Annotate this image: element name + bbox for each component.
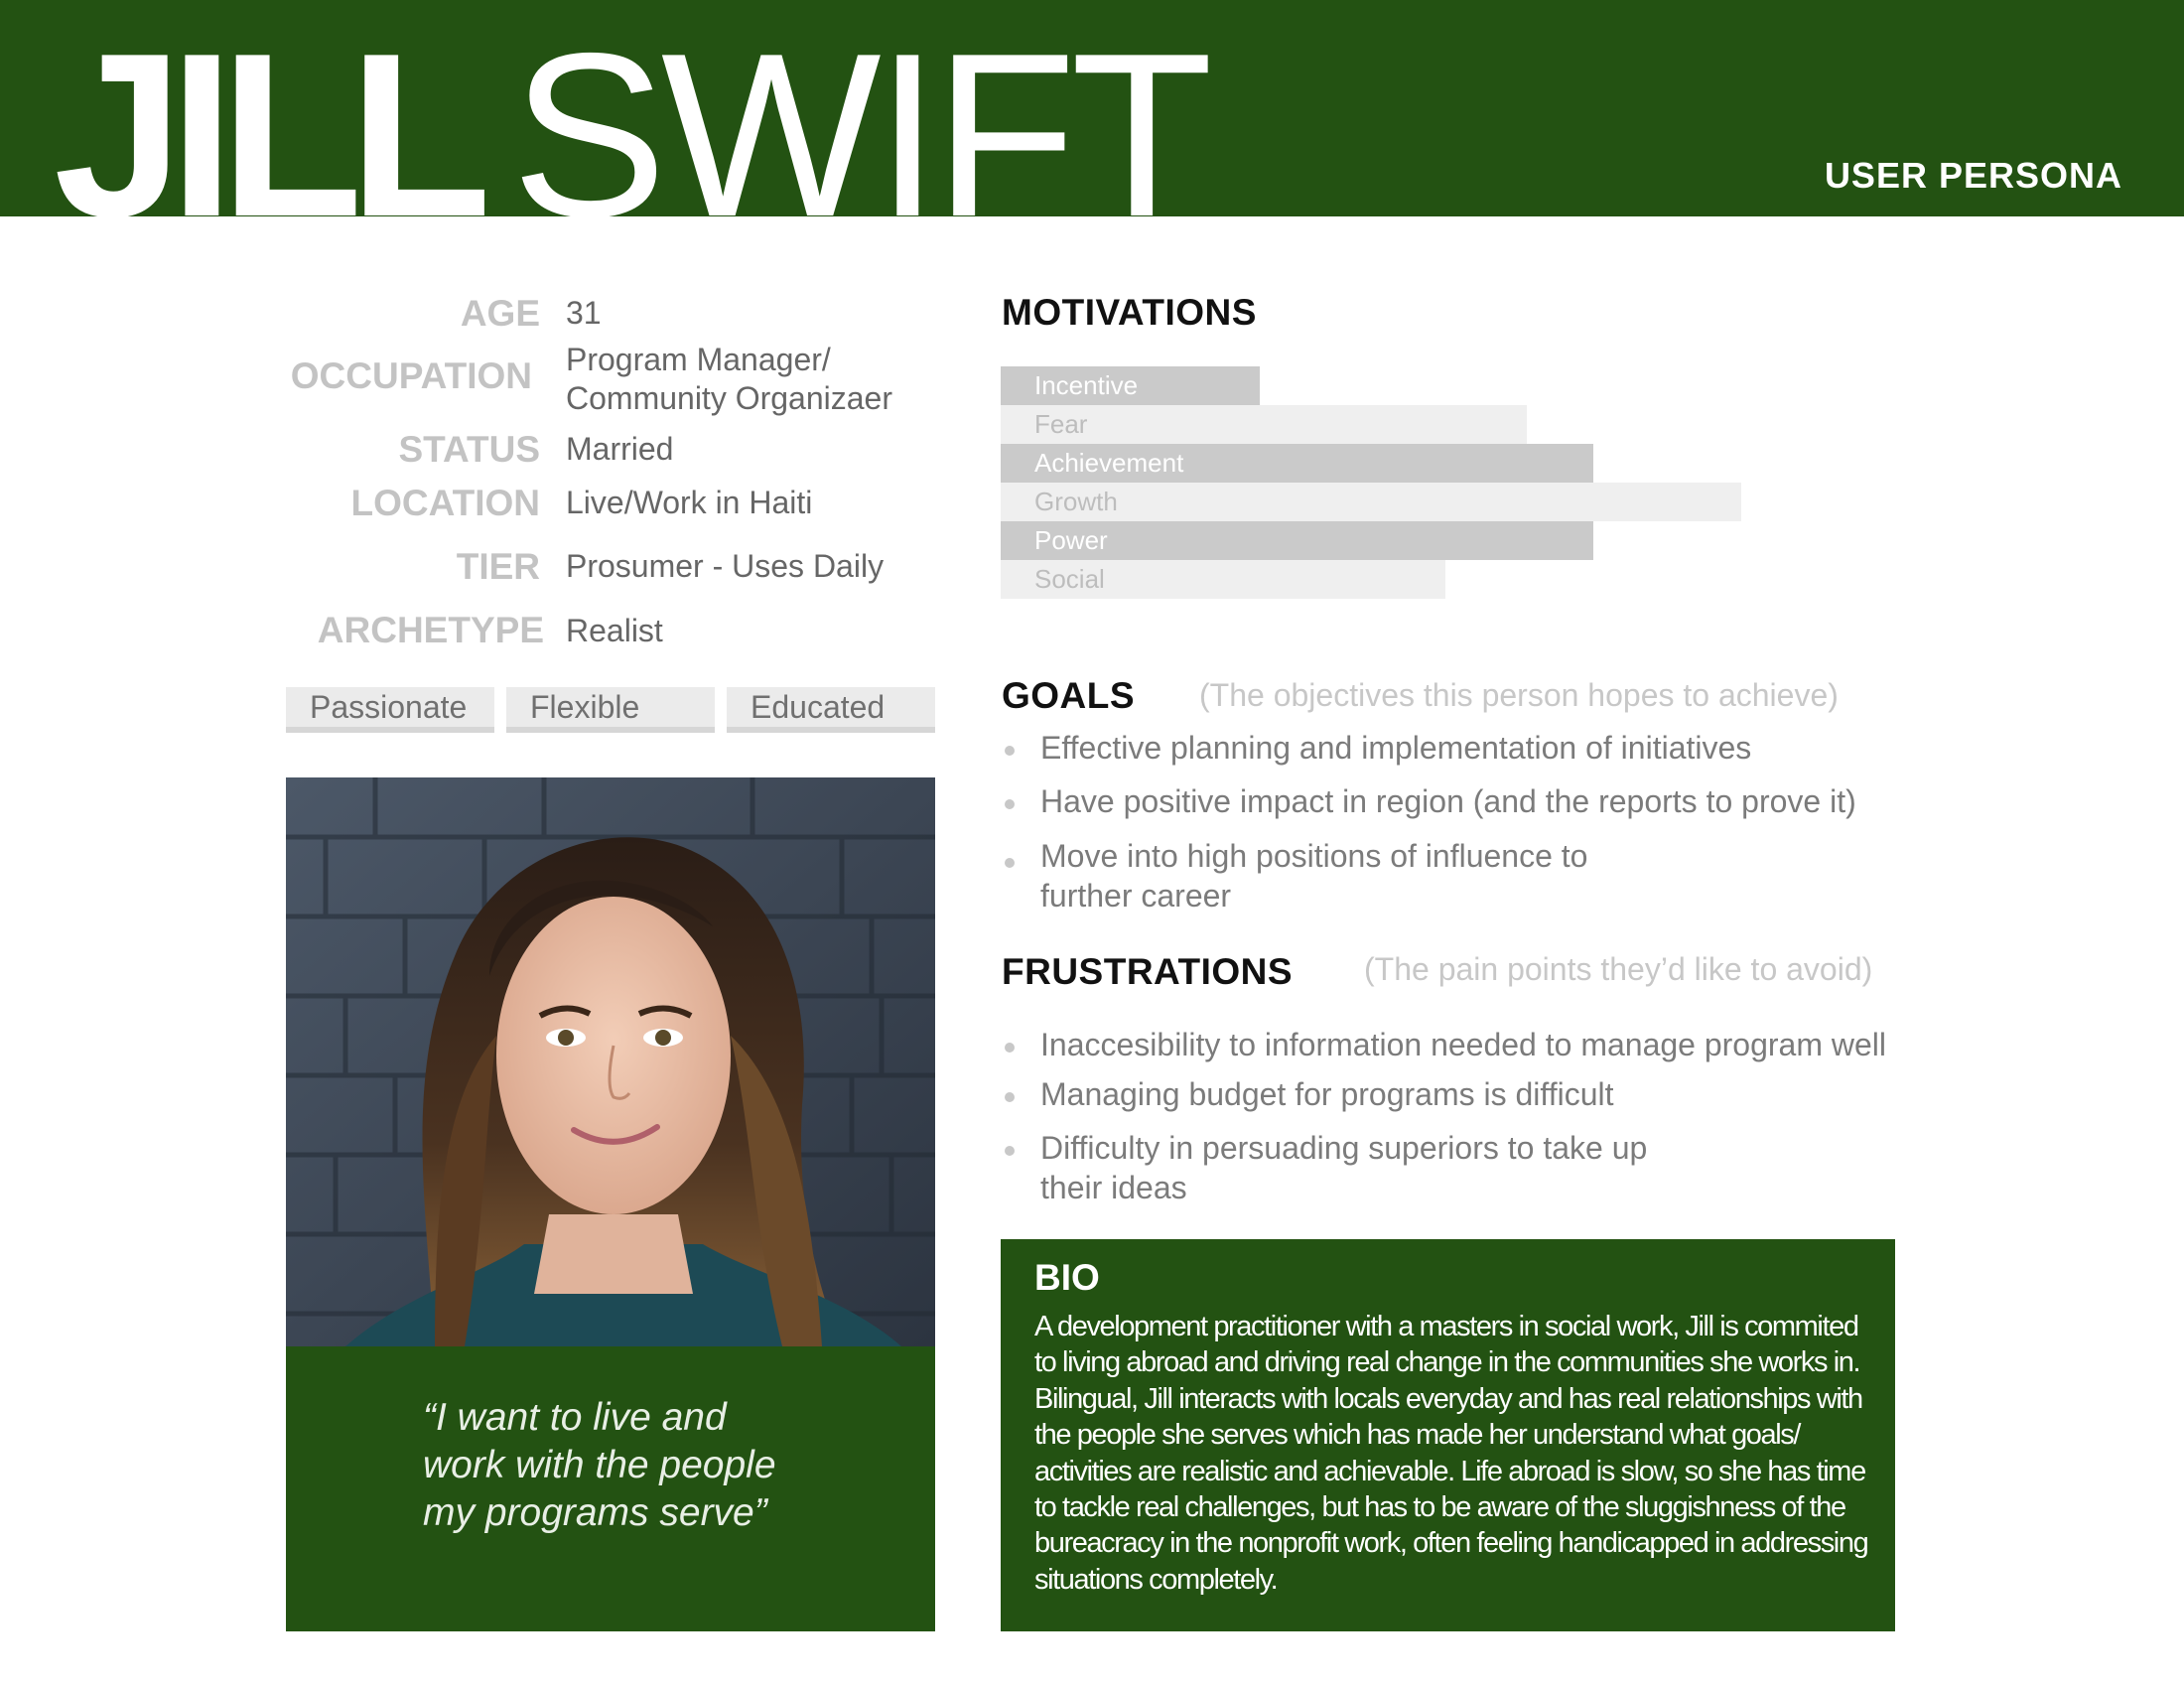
motivation-bar: Power bbox=[1001, 521, 1593, 560]
goal-text: Effective planning and implementation of… bbox=[1040, 730, 1752, 766]
field-label: AGE bbox=[460, 293, 540, 334]
frustration-item: Managing budget for programs is difficul… bbox=[1005, 1074, 1614, 1114]
trait-tag-label: Educated bbox=[751, 689, 886, 725]
frustrations-title: FRUSTRATIONS bbox=[1002, 951, 1294, 992]
bullet-dot-icon bbox=[1005, 746, 1015, 756]
goals-hint: (The objectives this person hopes to ach… bbox=[1199, 677, 1839, 713]
persona-name: JILL SWIFT bbox=[54, 18, 1213, 216]
quote-panel: “I want to live and work with the people… bbox=[286, 1346, 935, 1631]
field-label: STATUS bbox=[398, 429, 540, 470]
motivation-label: Social bbox=[1034, 564, 1105, 594]
trait-tag: Passionate bbox=[286, 687, 494, 733]
field-label: OCCUPATION bbox=[290, 355, 532, 396]
motivation-bar: Incentive bbox=[1001, 366, 1260, 405]
bio-text: A development practitioner with a master… bbox=[1034, 1311, 1869, 1596]
bio-panel: BIO A development practitioner with a ma… bbox=[1001, 1239, 1895, 1631]
goal-item: Effective planning and implementation of… bbox=[1005, 728, 1752, 768]
field-value: Program Manager/ Community Organizaer bbox=[566, 342, 892, 416]
frustration-item: Inaccesibility to information needed to … bbox=[1005, 1025, 1887, 1064]
persona-quote: “I want to live and work with the people… bbox=[423, 1396, 776, 1534]
goal-item: Move into high positions of influence to… bbox=[1005, 836, 1588, 915]
goals-title: GOALS bbox=[1002, 675, 1136, 716]
field-value: Realist bbox=[566, 613, 663, 648]
portrait-photo bbox=[286, 777, 935, 1346]
persona-type-label: USER PERSONA bbox=[1824, 155, 2122, 196]
bullet-dot-icon bbox=[1005, 858, 1015, 868]
field-label: TIER bbox=[456, 546, 540, 587]
motivation-bar: Social bbox=[1001, 560, 1445, 599]
bullet-dot-icon bbox=[1005, 799, 1015, 809]
frustration-text: Difficulty in persuading superiors to ta… bbox=[1040, 1130, 1648, 1205]
field-label: LOCATION bbox=[350, 483, 540, 523]
motivation-label: Achievement bbox=[1034, 448, 1184, 478]
bio-title: BIO bbox=[1034, 1257, 1100, 1298]
motivation-label: Fear bbox=[1034, 409, 1088, 439]
frustrations-hint: (The pain points they’d like to avoid) bbox=[1364, 951, 1873, 987]
trait-tag-label: Passionate bbox=[310, 689, 468, 725]
portrait-illustration bbox=[286, 777, 935, 1346]
frustration-text: Managing budget for programs is difficul… bbox=[1040, 1076, 1614, 1112]
motivation-label: Power bbox=[1034, 525, 1108, 555]
trait-tag: Educated bbox=[727, 687, 935, 733]
trait-tag-label: Flexible bbox=[530, 689, 640, 725]
first-name: JILL bbox=[54, 4, 491, 216]
field-value: 31 bbox=[566, 295, 602, 331]
motivation-label: Incentive bbox=[1034, 370, 1139, 400]
header-banner: JILL SWIFT USER PERSONA bbox=[0, 0, 2184, 216]
field-value: Prosumer - Uses Daily bbox=[566, 548, 885, 584]
motivation-bar: Fear bbox=[1001, 405, 1527, 444]
motivation-bar: Achievement bbox=[1001, 444, 1593, 483]
motivation-label: Growth bbox=[1034, 487, 1118, 516]
goal-text: Move into high positions of influence to… bbox=[1040, 838, 1588, 914]
field-value: Married bbox=[566, 431, 674, 467]
goal-text: Have positive impact in region (and the … bbox=[1040, 783, 1856, 819]
field-label: ARCHETYPE bbox=[317, 610, 544, 650]
bullet-dot-icon bbox=[1005, 1043, 1015, 1053]
last-name: SWIFT bbox=[511, 4, 1213, 216]
goal-item: Have positive impact in region (and the … bbox=[1005, 781, 1856, 821]
frustration-item: Difficulty in persuading superiors to ta… bbox=[1005, 1128, 1648, 1207]
bullet-dot-icon bbox=[1005, 1146, 1015, 1156]
motivations-title: MOTIVATIONS bbox=[1002, 292, 1257, 333]
trait-tag: Flexible bbox=[506, 687, 715, 733]
motivation-bar: Growth bbox=[1001, 483, 1741, 521]
bullet-dot-icon bbox=[1005, 1092, 1015, 1102]
trait-tags: Passionate Flexible Educated bbox=[286, 687, 935, 733]
field-value: Live/Work in Haiti bbox=[566, 485, 813, 520]
frustration-text: Inaccesibility to information needed to … bbox=[1040, 1027, 1887, 1062]
